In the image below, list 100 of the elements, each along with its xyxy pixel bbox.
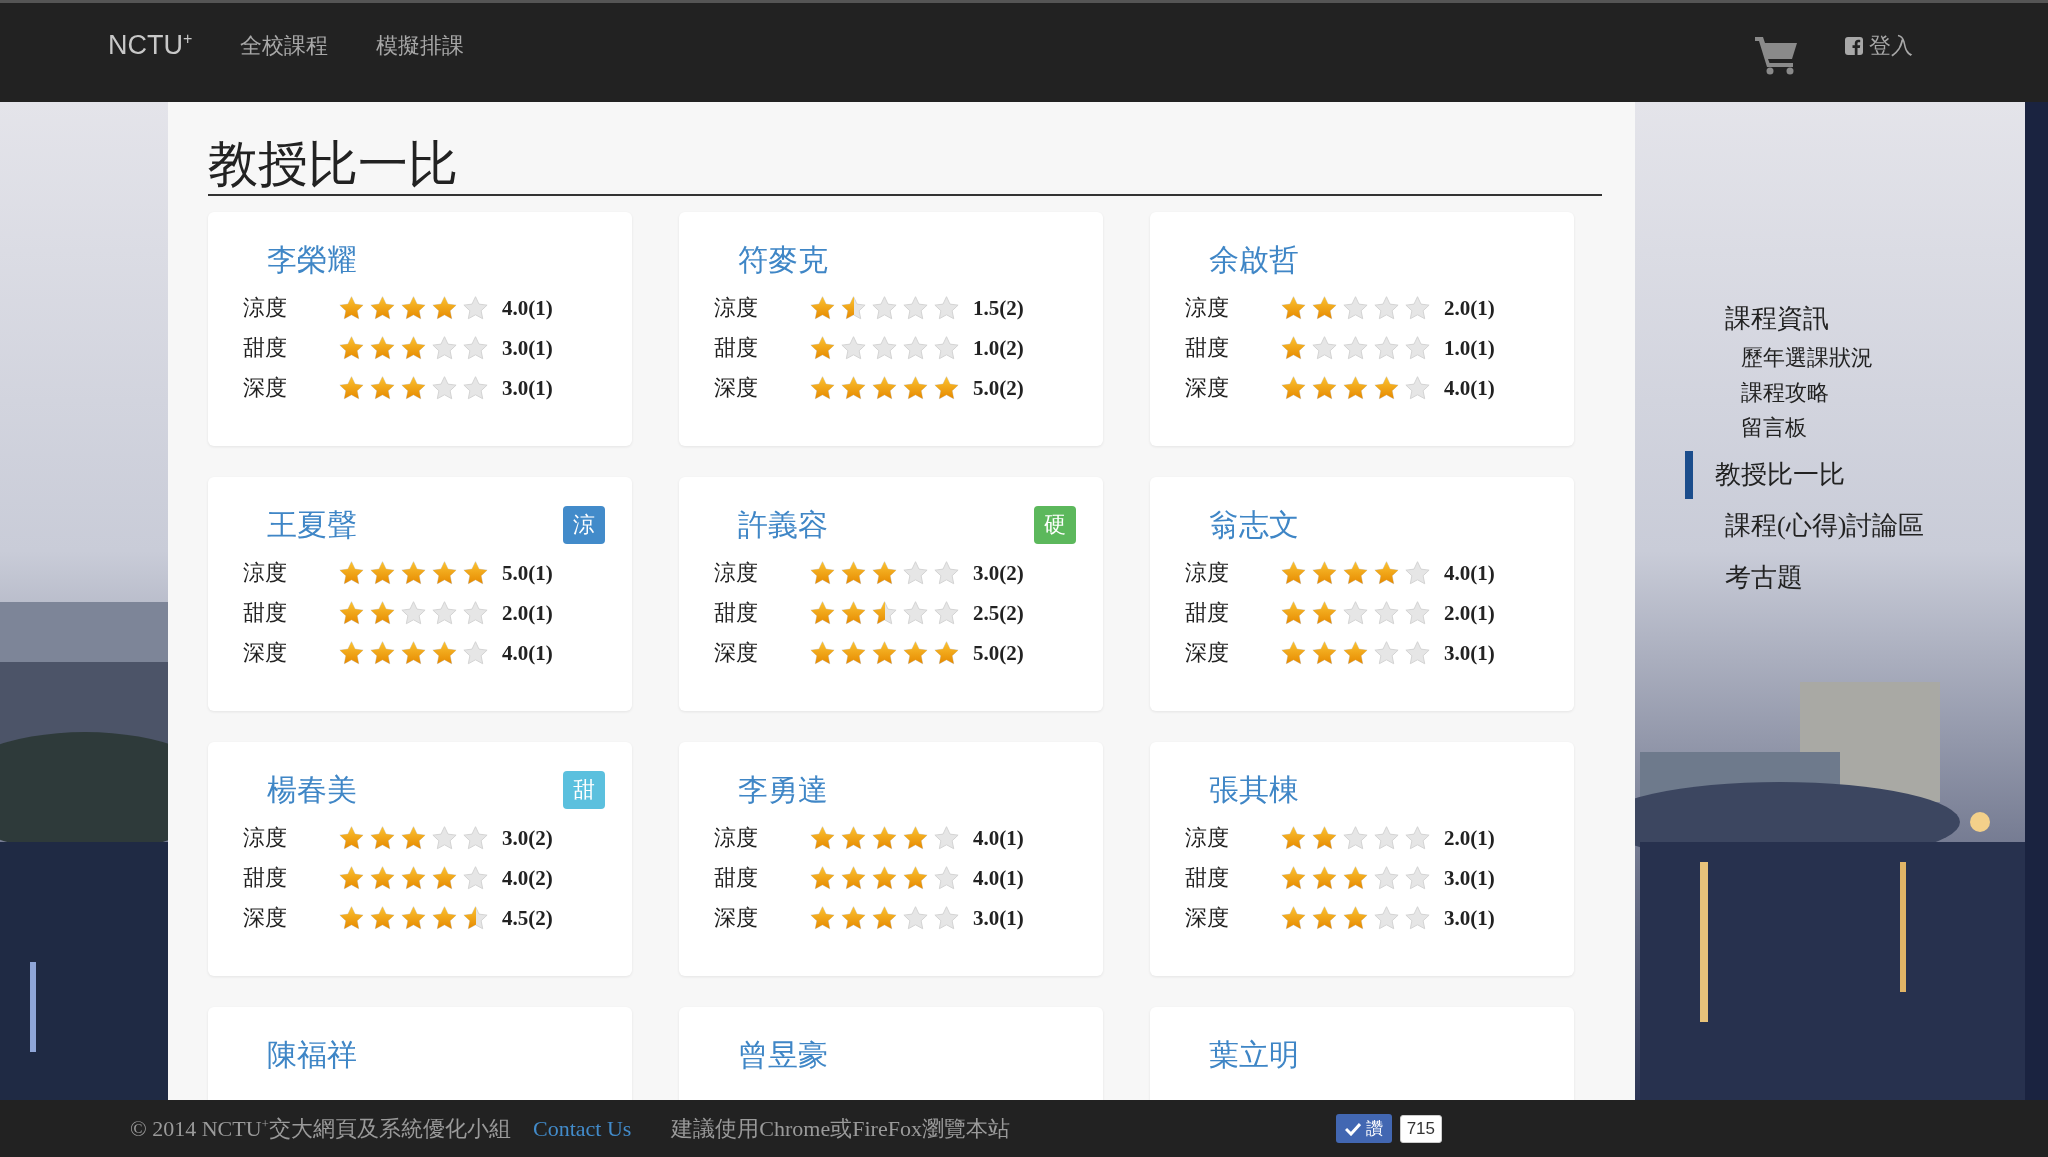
rating-label: 甜度 [1185, 864, 1230, 892]
star-icon [462, 294, 489, 322]
star-icon [400, 334, 427, 362]
nav-link[interactable]: 全校課程 [240, 30, 329, 61]
rating-value: 4.0(1) [973, 825, 1024, 851]
professor-name[interactable]: 許義容 [738, 504, 828, 546]
professor-name[interactable]: 符麥克 [738, 239, 828, 281]
star-icon [1373, 294, 1400, 322]
professor-name[interactable]: 張其棟 [1209, 769, 1299, 811]
star-icon [1280, 639, 1307, 667]
star-icon [933, 864, 960, 892]
star-icon [400, 864, 427, 892]
contact-link[interactable]: Contact Us [532, 1115, 632, 1142]
rating-value: 4.0(1) [1444, 560, 1495, 586]
star-icon [1280, 334, 1307, 362]
rating-label: 涼度 [1185, 824, 1230, 852]
sidebar-item[interactable]: 課程(心得)討論區 [1685, 509, 1925, 543]
rating-value: 4.0(1) [973, 865, 1024, 891]
star-icon [369, 639, 396, 667]
facebook-icon [1845, 36, 1863, 55]
star-icon [400, 639, 427, 667]
professor-name[interactable]: 曾昱豪 [738, 1034, 828, 1076]
star-icon [431, 374, 458, 402]
rating-label: 甜度 [243, 334, 288, 362]
star-icon [933, 639, 960, 667]
star-icon [933, 824, 960, 852]
rating-value: 3.0(2) [973, 560, 1024, 586]
like-button[interactable]: 讚 [1335, 1114, 1392, 1143]
login-link[interactable]: 登入 [1845, 30, 1913, 61]
star-icon [1311, 639, 1338, 667]
star-icon [1404, 294, 1431, 322]
professor-name[interactable]: 翁志文 [1209, 504, 1299, 546]
star-icon [338, 864, 365, 892]
star-icon [840, 334, 867, 362]
star-icon [431, 904, 458, 932]
rating-label: 涼度 [243, 559, 288, 587]
star-icon [933, 334, 960, 362]
star-icon [871, 294, 898, 322]
professor-name[interactable]: 李榮耀 [267, 239, 357, 281]
star-icon [338, 904, 365, 932]
star-icon [902, 559, 929, 587]
professor-name[interactable]: 楊春美 [267, 769, 357, 811]
star-icon [338, 334, 365, 362]
professor-name[interactable]: 葉立明 [1209, 1034, 1299, 1076]
star-icon [369, 824, 396, 852]
rating-label: 甜度 [243, 864, 288, 892]
star-icon [369, 559, 396, 587]
rating-label: 深度 [1185, 374, 1230, 402]
star-icon [462, 374, 489, 402]
rating-value: 2.0(1) [1444, 600, 1495, 626]
sidebar-item[interactable]: 課程資訊 [1685, 302, 1925, 336]
star-icon [933, 599, 960, 627]
star-icon [871, 599, 898, 627]
rating-value: 2.0(1) [1444, 295, 1495, 321]
rating-value: 2.0(1) [502, 600, 553, 626]
check-icon [1344, 1121, 1361, 1136]
professor-name[interactable]: 李勇達 [738, 769, 828, 811]
cart-icon[interactable] [1755, 34, 1799, 75]
star-icon [431, 334, 458, 362]
rating-value: 1.0(2) [973, 335, 1024, 361]
sidebar-subitem[interactable]: 留言板 [1685, 410, 1925, 445]
rating-value: 5.0(1) [502, 560, 553, 586]
star-icon [840, 824, 867, 852]
star-icon [400, 824, 427, 852]
rating-value: 3.0(1) [1444, 865, 1495, 891]
star-icon [1404, 374, 1431, 402]
rating-label: 甜度 [714, 599, 759, 627]
star-icon [1373, 824, 1400, 852]
star-icon [1280, 294, 1307, 322]
rating-label: 甜度 [1185, 334, 1230, 362]
star-icon [1311, 294, 1338, 322]
star-icon [933, 294, 960, 322]
star-icon [1404, 864, 1431, 892]
star-icon [462, 334, 489, 362]
star-icon [809, 294, 836, 322]
rating-value: 3.0(1) [1444, 640, 1495, 666]
star-icon [840, 599, 867, 627]
like-count: 715 [1399, 1114, 1442, 1143]
rating-value: 3.0(1) [502, 375, 553, 401]
rating-label: 深度 [714, 374, 759, 402]
brand-logo[interactable]: NCTU$^{+}$ [108, 30, 193, 61]
professor-name[interactable]: 王夏聲 [267, 504, 357, 546]
professor-name[interactable]: 陳福祥 [267, 1034, 357, 1076]
star-icon [902, 904, 929, 932]
rating-value: 4.0(2) [502, 865, 553, 891]
rating-label: 涼度 [243, 294, 288, 322]
sidebar-subitem[interactable]: 課程攻略 [1685, 375, 1925, 410]
rating-label: 涼度 [1185, 294, 1230, 322]
nav-link[interactable]: 模擬排課 [376, 30, 465, 61]
star-icon [1342, 904, 1369, 932]
star-icon [1404, 904, 1431, 932]
star-icon [462, 824, 489, 852]
star-icon [431, 559, 458, 587]
star-icon [400, 374, 427, 402]
star-icon [1373, 639, 1400, 667]
professor-name[interactable]: 余啟哲 [1209, 239, 1299, 281]
sidebar-item[interactable]: 考古題 [1685, 561, 1925, 595]
sidebar-item[interactable]: 教授比一比 [1685, 451, 1925, 499]
sidebar-subitem[interactable]: 歷年選課狀況 [1685, 340, 1925, 375]
rating-label: 甜度 [243, 599, 288, 627]
